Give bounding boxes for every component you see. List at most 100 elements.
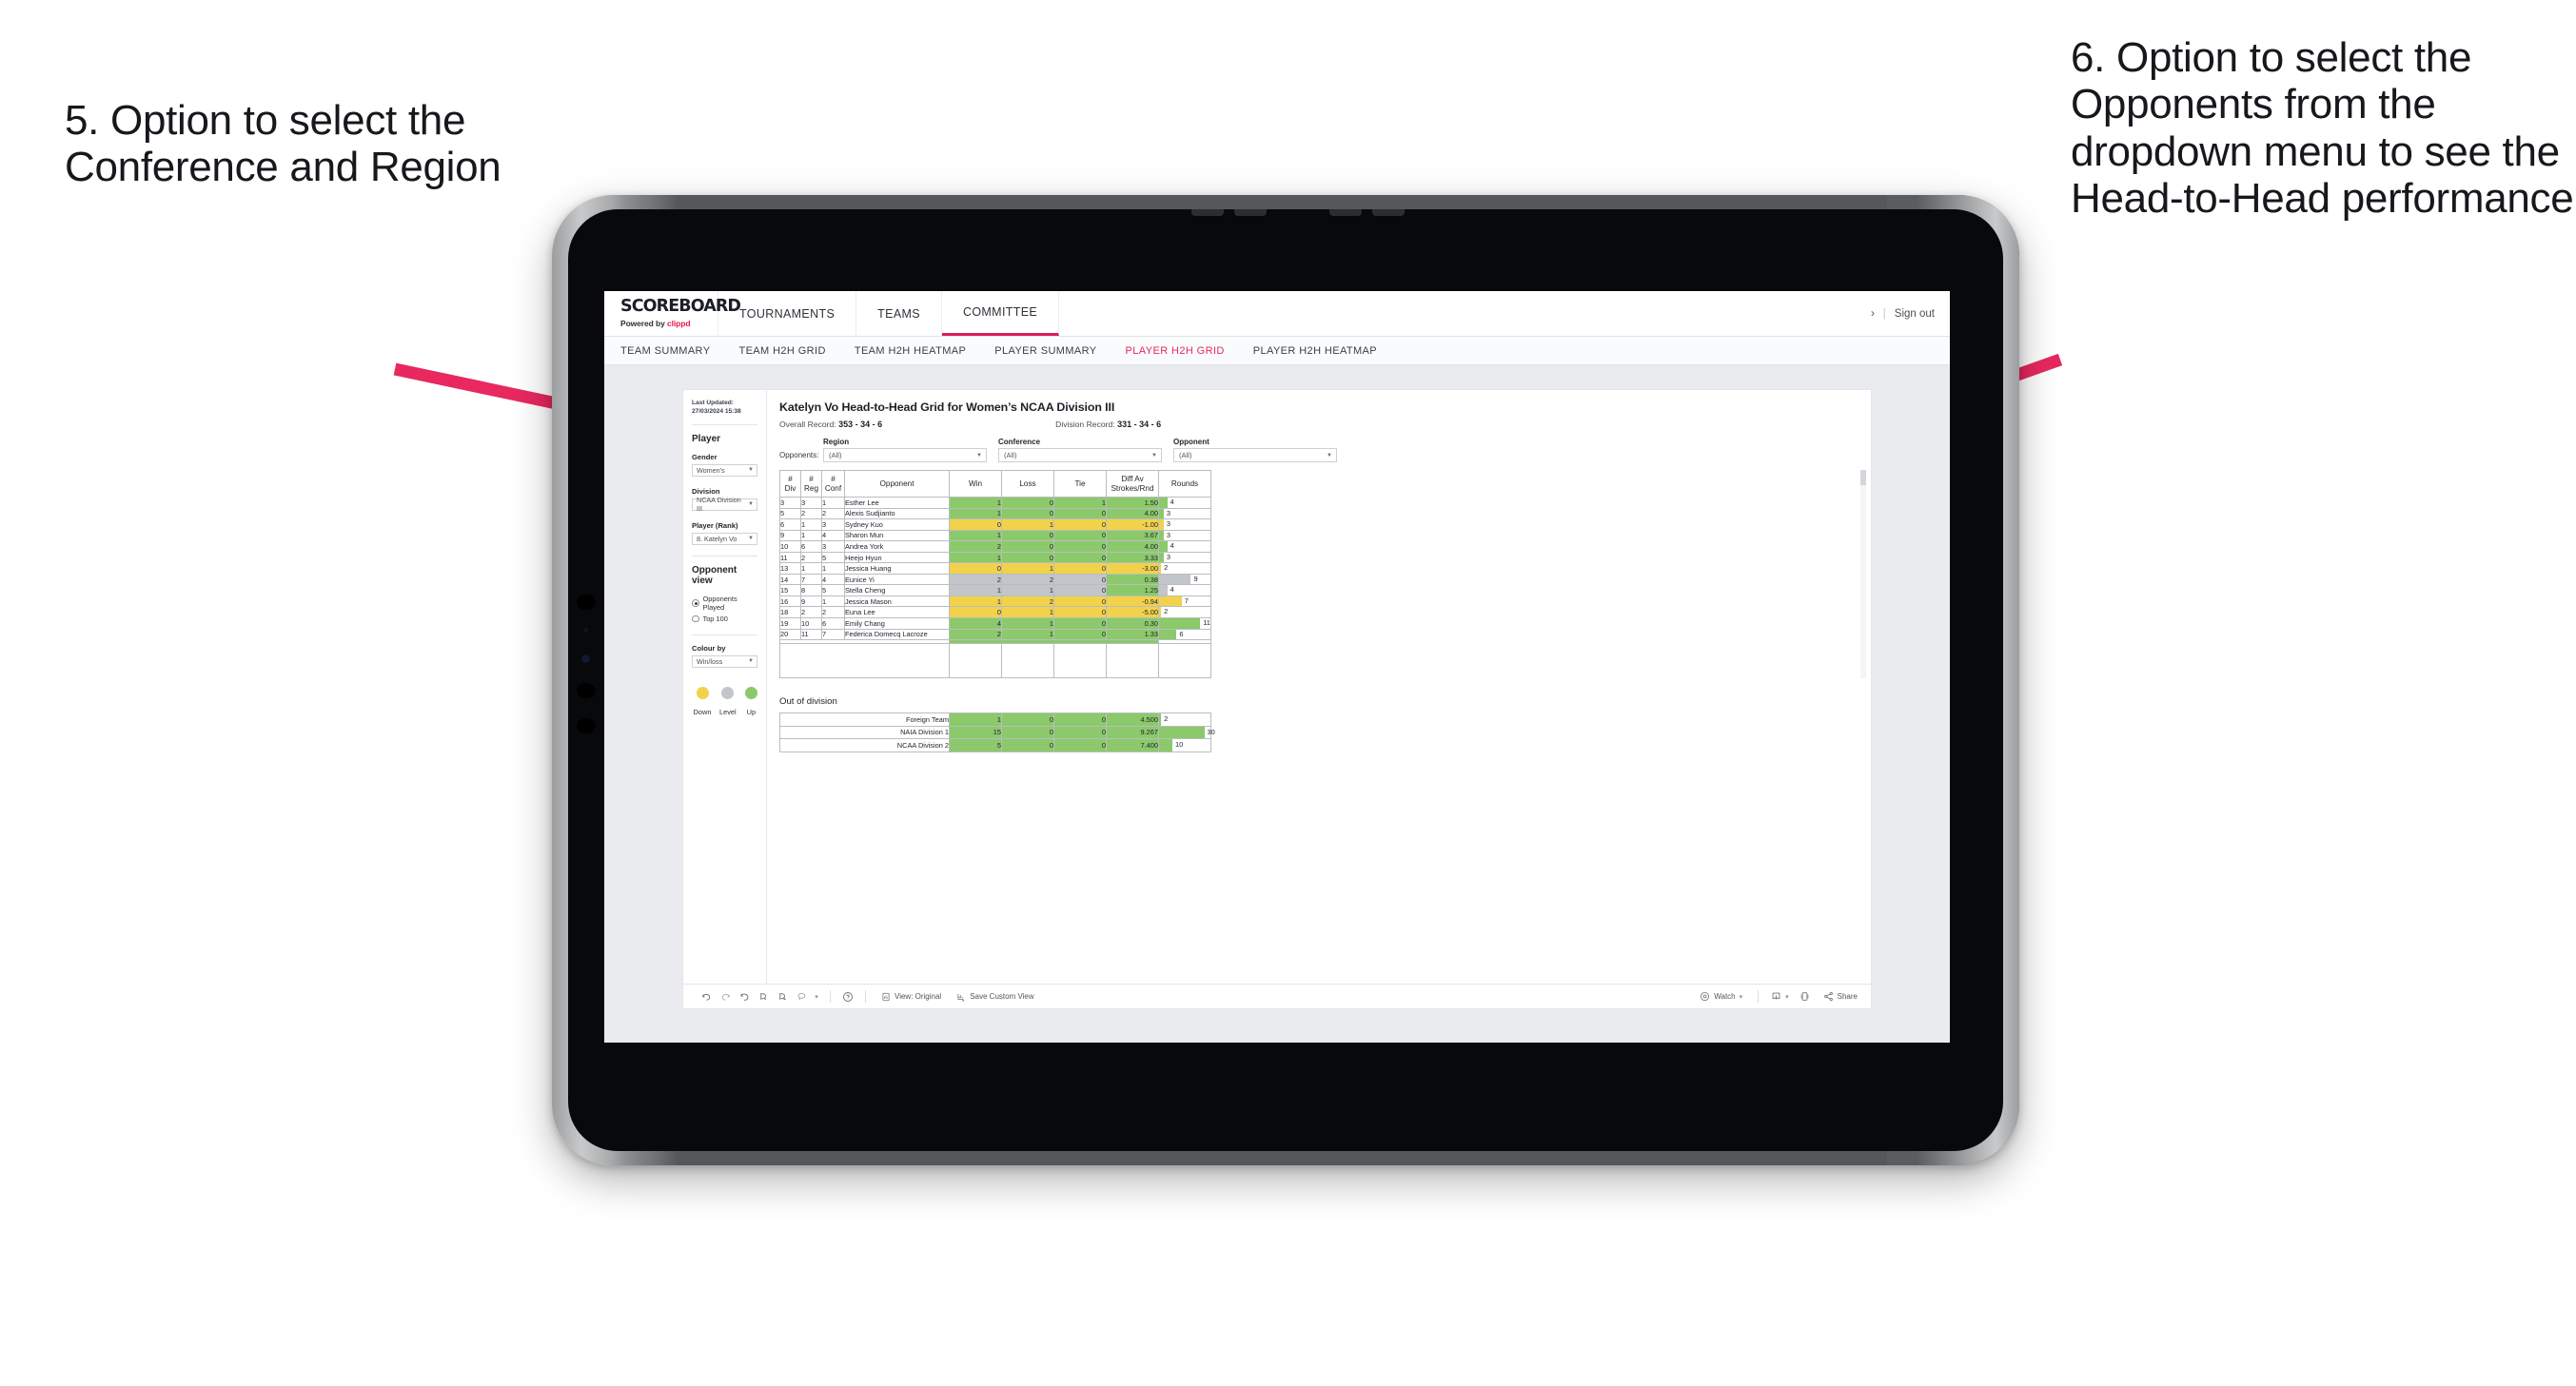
cell-rounds: 3	[1158, 518, 1211, 531]
lasso-icon[interactable]	[792, 991, 811, 1002]
fullscreen-button[interactable]	[1794, 991, 1816, 1002]
table-row[interactable]: NCAA Division 2 5 0 0 7.400 10	[779, 738, 1211, 752]
subnav-player-h2h-heatmap[interactable]: PLAYER H2H HEATMAP	[1253, 345, 1377, 357]
viz-toolbar: ▾ View: Original Save Custom View Watch …	[683, 984, 1871, 1008]
radio-top-100[interactable]: Top 100	[692, 615, 757, 623]
cell-loss: 0	[1001, 551, 1054, 564]
cell-rounds: 2	[1158, 606, 1211, 618]
gender-select[interactable]: Women's ▼	[692, 463, 757, 477]
subnav-player-summary[interactable]: PLAYER SUMMARY	[994, 345, 1096, 357]
undo-icon[interactable]	[697, 991, 716, 1002]
table-row[interactable]: 15 8 5 Stella Cheng 1 1 0 1.25 4	[779, 584, 1211, 596]
subnav-team-h2h-heatmap[interactable]: TEAM H2H HEATMAP	[855, 345, 966, 357]
table-row[interactable]: 19 10 6 Emily Chang 4 1 0 0.30 11	[779, 617, 1211, 630]
cell-div: 20	[779, 628, 801, 641]
cell-win: 1	[949, 497, 1002, 509]
table-row[interactable]: NAIA Division 1 15 0 0 9.267 30	[779, 725, 1215, 740]
cell-loss: 0	[1001, 529, 1054, 542]
filter-region-select[interactable]: (All) ▼	[823, 448, 987, 462]
table-row[interactable]: 3 3 1 Esther Lee 1 0 1 1.50 4	[779, 497, 1211, 509]
legend-dot-level	[721, 686, 735, 699]
cell-tie: 0	[1053, 595, 1107, 608]
filter-region: Region (All) ▼	[823, 438, 987, 462]
revert-icon[interactable]	[735, 991, 754, 1002]
cell-rounds: 11	[1158, 617, 1211, 630]
brand-powered-by: Powered by clippd	[620, 318, 691, 328]
chevron-down-icon: ▾	[1785, 993, 1789, 1001]
grid-scrollbar[interactable]	[1860, 470, 1866, 679]
refresh-icon[interactable]	[754, 991, 773, 1002]
cell-win: 15	[949, 725, 1002, 740]
subnav-team-h2h-grid[interactable]: TEAM H2H GRID	[738, 345, 825, 357]
lasso-caret-icon[interactable]: ▾	[811, 993, 822, 1001]
filter-conference-value: (All)	[1004, 451, 1017, 459]
download-button[interactable]: ▾	[1766, 991, 1794, 1002]
legend-label-level: Level	[719, 707, 737, 716]
sign-out-link[interactable]: Sign out	[1895, 308, 1935, 320]
tablet-device: SCOREBOARD Powered by clippd TOURNAMENTS…	[552, 195, 2019, 1165]
cell-win: 1	[949, 507, 1002, 520]
cell-rounds: 3	[1158, 507, 1211, 520]
table-row[interactable]: 9 1 4 Sharon Mun 1 0 0 3.67 3	[779, 529, 1211, 542]
header-spacer	[1059, 291, 1871, 336]
dashboard-body: Last Updated: 27/03/2024 15:38 Player Ge…	[683, 390, 1871, 984]
subnav-player-h2h-grid[interactable]: PLAYER H2H GRID	[1126, 345, 1225, 357]
watch-label: Watch	[1714, 992, 1736, 1001]
cell-diff: -5.00	[1106, 606, 1159, 618]
player-rank-select[interactable]: 8. Katelyn Vo ▼	[692, 532, 757, 545]
opponent-filters: Opponents: Region (All) ▼ Conference (Al…	[779, 438, 1859, 462]
division-select[interactable]: NCAA Division III ▼	[692, 496, 757, 513]
filter-conference-select[interactable]: (All) ▼	[998, 448, 1162, 462]
table-row[interactable]: 11 2 5 Heejo Hyun 1 0 0 3.33 3	[779, 551, 1211, 564]
table-row[interactable]: 20 11 7 Federica Domecq Lacroze 2 1 0 1.33 6	[779, 628, 1211, 641]
nav-committee[interactable]: COMMITTEE	[941, 291, 1060, 336]
table-row[interactable]: 16 9 1 Jessica Mason 1 2 0 -0.94 7	[779, 595, 1211, 608]
colour-by-select[interactable]: Win/loss ▼	[692, 654, 757, 668]
chevron-down-icon: ▼	[976, 452, 982, 459]
cell-conf: 3	[821, 540, 845, 553]
sidebar-divider	[692, 423, 757, 425]
grid-scrollbar-thumb[interactable]	[1860, 470, 1866, 485]
cell-rounds: 3	[1158, 529, 1211, 542]
viz-title: Katelyn Vo Head-to-Head Grid for Women’s…	[779, 400, 1115, 414]
table-row[interactable]: 6 1 3 Sydney Kuo 0 1 0 -1.00 3	[779, 518, 1211, 531]
table-row[interactable]: 5 2 2 Alexis Sudjianto 1 0 0 4.00 3	[779, 507, 1211, 520]
cell-conf: 4	[821, 573, 845, 586]
table-row[interactable]: 10 6 3 Andrea York 2 0 0 4.00 4	[779, 540, 1211, 553]
save-custom-view-button[interactable]: Save Custom View	[949, 992, 1041, 1002]
share-button[interactable]: Share	[1816, 991, 1858, 1002]
h2h-grid-head: # Div # Reg # Conf Opponent Win Loss Tie Di…	[779, 470, 1211, 498]
cell-loss: 1	[1001, 562, 1054, 575]
cell-loss: 0	[1001, 497, 1054, 509]
nav-tournaments[interactable]: TOURNAMENTS	[718, 291, 857, 336]
view-original-button[interactable]: View: Original	[874, 992, 949, 1002]
cell-tie: 0	[1053, 584, 1107, 596]
pause-icon[interactable]	[773, 991, 792, 1002]
chevron-right-icon[interactable]: ›	[1871, 308, 1875, 320]
table-row[interactable]: 14 7 4 Eunice Yi 2 2 0 0.38 9	[779, 573, 1211, 586]
share-label: Share	[1837, 992, 1858, 1001]
cell-conf: 3	[821, 518, 845, 531]
cell-reg: 9	[800, 595, 822, 608]
overall-record-value: 353 - 34 - 6	[838, 420, 883, 429]
cell-tie: 0	[1053, 529, 1107, 542]
nav-teams[interactable]: TEAMS	[856, 291, 942, 336]
cell-reg: 8	[800, 584, 822, 596]
sidebar-heading-opponent-view: Opponent view	[692, 564, 737, 586]
table-row[interactable]: 13 1 1 Jessica Huang 0 1 0 -3.00 2	[779, 562, 1211, 575]
filter-opponent-select[interactable]: (All) ▼	[1173, 448, 1337, 462]
table-row[interactable]: 18 2 2 Euna Lee 0 1 0 -5.00 2	[779, 606, 1211, 618]
subnav-team-summary[interactable]: TEAM SUMMARY	[620, 345, 710, 357]
out-of-division-body: Foreign Team 1 0 0 4.500 2 NAIA Division 1 15 0 0…	[779, 713, 1215, 752]
cell-opponent: Alexis Sudjianto	[844, 507, 950, 520]
help-icon[interactable]	[838, 991, 857, 1003]
cell-div: 10	[779, 540, 801, 553]
brand-logo[interactable]: SCOREBOARD Powered by clippd	[604, 291, 741, 336]
cell-reg: 3	[800, 497, 822, 509]
radio-opponents-played[interactable]: Opponents Played	[692, 595, 757, 612]
watch-button[interactable]: Watch ▾	[1692, 991, 1750, 1002]
redo-icon[interactable]	[716, 991, 735, 1002]
cell-win: 0	[949, 562, 1002, 575]
table-row[interactable]: Foreign Team 1 0 0 4.500 2	[779, 713, 1211, 727]
filter-region-value: (All)	[829, 451, 842, 459]
